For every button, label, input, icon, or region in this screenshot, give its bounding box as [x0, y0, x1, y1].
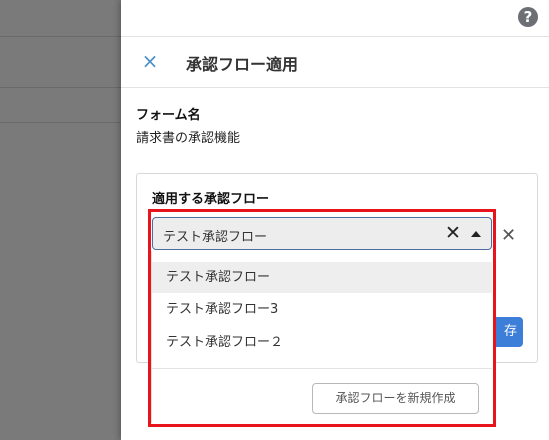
chevron-up-icon[interactable] [471, 231, 481, 237]
backdrop-divider [0, 87, 121, 88]
dropdown-divider [152, 368, 492, 369]
form-name-label: フォーム名 [136, 108, 201, 123]
form-name-value: 請求書の承認機能 [136, 131, 241, 146]
panel-title: 承認フロー適用 [186, 55, 299, 74]
clear-selection-icon[interactable]: ✕ [445, 222, 461, 244]
dropdown-option[interactable]: テスト承認フロー3 [152, 294, 492, 325]
backdrop-divider [0, 36, 121, 37]
select-value: テスト承認フロー [163, 230, 268, 245]
approval-flow-select[interactable]: テスト承認フロー ✕ [152, 217, 492, 250]
approval-flow-dropdown: テスト承認フロー テスト承認フロー3 テスト承認フロー２ 承認フローを新規作成 [151, 251, 495, 423]
dropdown-option[interactable]: テスト承認フロー [152, 262, 492, 293]
approval-flow-label: 適用する承認フロー [152, 192, 270, 207]
panel-topbar: ? [121, 0, 549, 37]
create-new-flow-button[interactable]: 承認フローを新規作成 [312, 383, 479, 414]
save-button[interactable]: 存 [491, 317, 523, 347]
dropdown-option[interactable]: テスト承認フロー２ [152, 327, 492, 358]
close-icon[interactable]: × [141, 50, 159, 72]
overlay-backdrop[interactable] [0, 0, 121, 440]
panel-header: × 承認フロー適用 [121, 37, 549, 88]
help-icon[interactable]: ? [518, 7, 538, 27]
backdrop-divider [0, 122, 121, 123]
remove-row-icon[interactable]: ✕ [501, 227, 516, 245]
